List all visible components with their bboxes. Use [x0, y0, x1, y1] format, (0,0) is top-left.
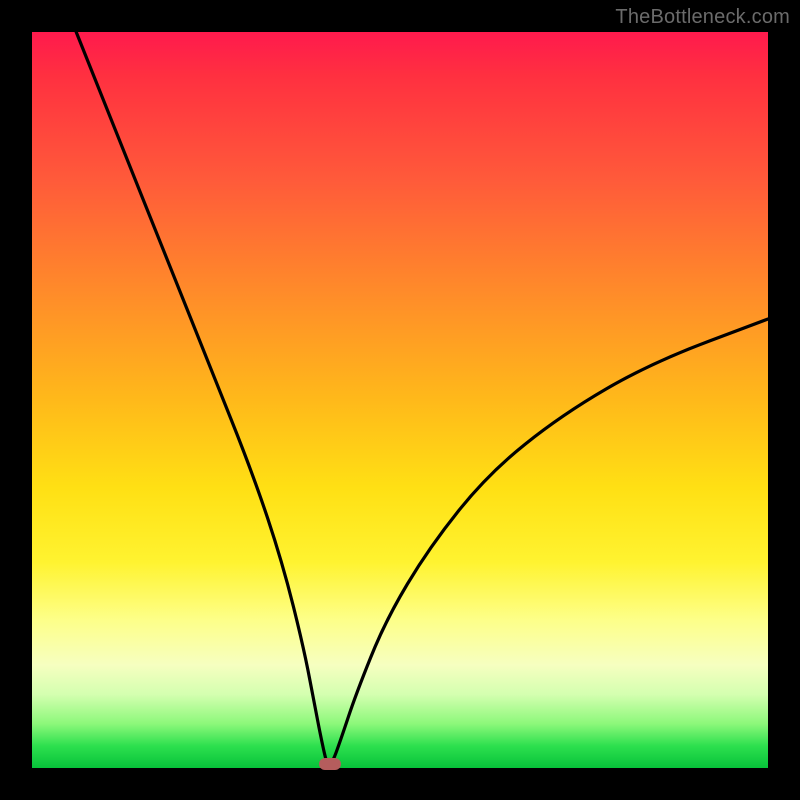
bottleneck-curve: [32, 32, 768, 768]
outer-frame: TheBottleneck.com: [0, 0, 800, 800]
watermark-text: TheBottleneck.com: [615, 6, 790, 29]
plot-area: [32, 32, 768, 768]
minimum-marker: [319, 758, 341, 770]
curve-path: [76, 32, 768, 764]
